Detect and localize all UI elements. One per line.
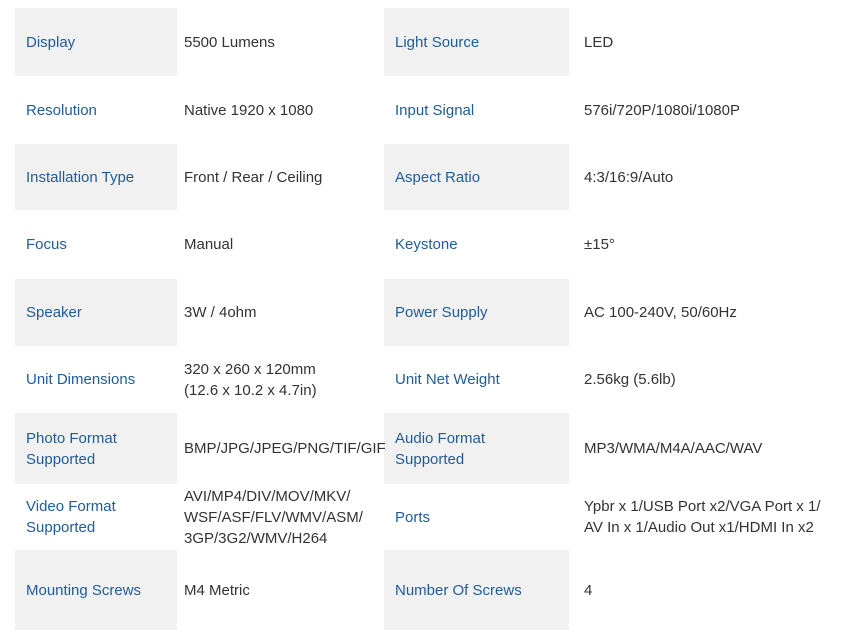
spec-label: Speaker	[26, 304, 82, 321]
spec-table: Display 5500 Lumens Light Source LED Res…	[15, 8, 844, 630]
spec-row-video-format: Video Format Supported AVI/MP4/DIV/MOV/M…	[15, 484, 844, 550]
spec-row-display: Display 5500 Lumens Light Source LED	[15, 8, 844, 76]
spec-value: ±15°	[584, 236, 615, 253]
spec-label: Light Source	[395, 33, 480, 51]
spec-value: 3W / 4ohm	[177, 279, 384, 346]
spec-value: MP3/WMA/M4A/AAC/WAV	[569, 413, 844, 484]
spec-value: M4 Metric	[177, 550, 384, 630]
spec-label: Power Supply	[395, 304, 488, 321]
spec-row-mounting-screws: Mounting Screws M4 Metric Number Of Scre…	[15, 550, 844, 630]
spec-value: Manual	[184, 236, 234, 253]
spec-label: Unit Dimensions	[26, 371, 136, 388]
spec-label: Photo Format Supported	[26, 429, 117, 468]
spec-value: 4:3/16:9/Auto	[569, 144, 844, 210]
spec-row-photo-format: Photo Format Supported BMP/JPG/JPEG/PNG/…	[15, 413, 844, 484]
spec-value: AVI/MP4/DIV/MOV/MKV/ WSF/ASF/FLV/WMV/ASM…	[184, 487, 363, 547]
spec-label: Keystone	[395, 236, 458, 253]
spec-label: Input Signal	[395, 101, 475, 119]
spec-value: 576i/720P/1080i/1080P	[584, 101, 740, 119]
spec-label: Unit Net Weight	[395, 371, 500, 388]
spec-row-focus: Focus Manual Keystone ±15°	[15, 210, 844, 279]
spec-value: 4	[569, 550, 844, 630]
spec-value: Front / Rear / Ceiling	[177, 144, 384, 210]
spec-label: Resolution	[26, 101, 97, 119]
spec-value: Native 1920 x 1080	[184, 101, 314, 119]
spec-label: Aspect Ratio	[395, 168, 481, 186]
spec-value: AC 100-240V, 50/60Hz	[569, 279, 844, 346]
spec-row-resolution: Resolution Native 1920 x 1080 Input Sign…	[15, 76, 844, 144]
spec-label: Number Of Screws	[395, 581, 522, 599]
spec-row-speaker: Speaker 3W / 4ohm Power Supply AC 100-24…	[15, 279, 844, 346]
spec-row-installation-type: Installation Type Front / Rear / Ceiling…	[15, 144, 844, 210]
spec-label: Display	[26, 33, 76, 51]
spec-value: 2.56kg (5.6lb)	[584, 371, 676, 388]
spec-label: Ports	[395, 508, 431, 526]
spec-label: Focus	[26, 236, 67, 253]
spec-value: LED	[569, 8, 844, 76]
spec-value: 320 x 260 x 120mm (12.6 x 10.2 x 4.7in)	[184, 360, 317, 399]
spec-value: Ypbr x 1/USB Port x2/VGA Port x 1/ AV In…	[584, 498, 821, 536]
spec-value: 5500 Lumens	[177, 8, 384, 76]
spec-label: Video Format Supported	[26, 498, 116, 536]
spec-value: BMP/JPG/JPEG/PNG/TIF/GIF	[177, 413, 386, 484]
spec-row-unit-dimensions: Unit Dimensions 320 x 260 x 120mm (12.6 …	[15, 346, 844, 413]
spec-label: Audio Format Supported	[395, 429, 486, 468]
spec-label: Installation Type	[26, 168, 135, 186]
spec-label: Mounting Screws	[26, 581, 142, 599]
